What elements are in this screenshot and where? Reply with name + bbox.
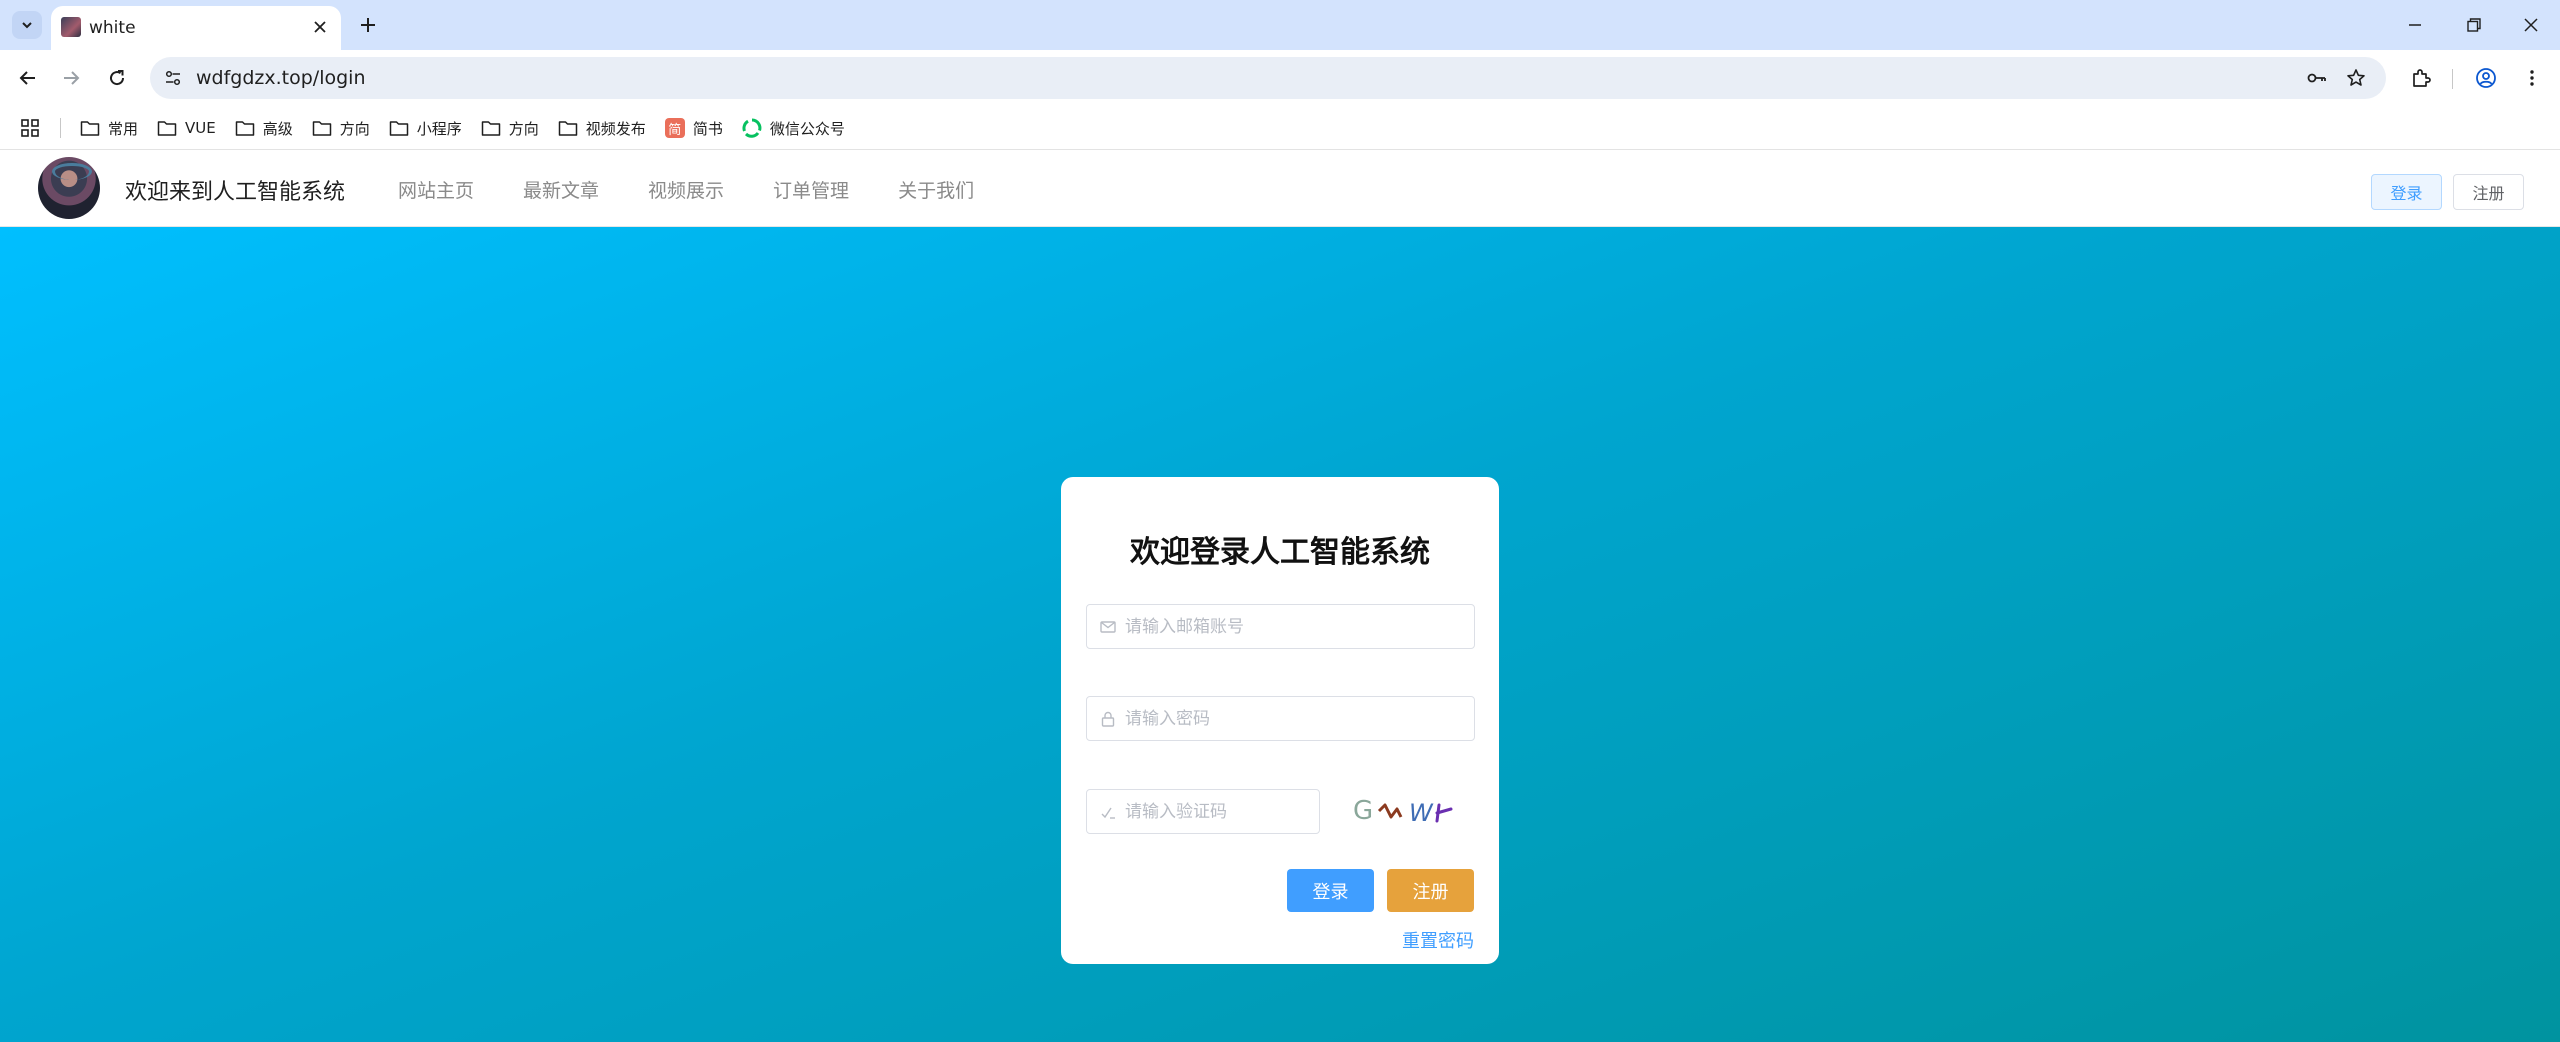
bookmark-folder-xiaochengxu[interactable]: 小程序 bbox=[389, 118, 462, 139]
more-vertical-icon bbox=[2530, 70, 2534, 86]
bookmark-label: 视频发布 bbox=[585, 119, 646, 138]
extensions-button[interactable] bbox=[2406, 63, 2436, 93]
apps-button[interactable] bbox=[18, 116, 42, 140]
tune-icon bbox=[165, 70, 181, 86]
folder-icon bbox=[235, 121, 254, 136]
folder-icon bbox=[389, 121, 409, 136]
bookmark-folder-fangxiang[interactable]: 方向 bbox=[312, 118, 370, 139]
site-info-button[interactable] bbox=[158, 63, 188, 93]
restore-button[interactable] bbox=[2459, 10, 2489, 40]
apps-grid-icon bbox=[21, 119, 39, 137]
bookmark-wechat-official[interactable]: 微信公众号 bbox=[742, 118, 845, 139]
bookmark-label: 微信公众号 bbox=[769, 119, 845, 138]
bookmark-label: 常用 bbox=[108, 119, 139, 138]
nav-videos[interactable]: 视频展示 bbox=[648, 176, 724, 203]
nav-orders[interactable]: 订单管理 bbox=[773, 176, 849, 203]
page-background: 欢迎登录人工智能系统 G W 登录 注册 重置密码 bbox=[0, 227, 2560, 1042]
star-icon bbox=[2347, 69, 2365, 86]
bookmark-label: 方向 bbox=[339, 119, 370, 138]
login-button[interactable]: 登录 bbox=[1287, 869, 1374, 912]
site-title: 欢迎来到人工智能系统 bbox=[125, 180, 346, 205]
bookmark-folder-changyong[interactable]: 常用 bbox=[80, 118, 138, 139]
email-field[interactable] bbox=[1086, 604, 1475, 649]
login-card: 欢迎登录人工智能系统 G W 登录 注册 重置密码 bbox=[1061, 477, 1499, 964]
minimize-icon bbox=[2409, 24, 2421, 26]
close-window-button[interactable] bbox=[2516, 10, 2546, 40]
register-button[interactable]: 注册 bbox=[1387, 869, 1474, 912]
account-circle-icon bbox=[2476, 68, 2496, 88]
browser-tab-bar: white bbox=[0, 0, 2560, 50]
folder-icon bbox=[80, 121, 100, 136]
plus-icon bbox=[361, 18, 375, 32]
captcha-image[interactable]: G W bbox=[1347, 787, 1463, 835]
close-icon bbox=[314, 21, 326, 33]
bookmark-label: 高级 bbox=[262, 119, 293, 138]
arrow-left-icon bbox=[19, 71, 35, 85]
restore-icon bbox=[2467, 18, 2481, 32]
email-input[interactable] bbox=[1125, 605, 1465, 648]
jianshu-logo-icon: 简 bbox=[664, 118, 685, 138]
close-icon bbox=[2524, 18, 2538, 32]
lock-icon bbox=[1099, 710, 1117, 728]
folder-icon bbox=[558, 121, 578, 136]
bookmarks-divider bbox=[60, 118, 61, 138]
bookmark-label: VUE bbox=[185, 119, 216, 137]
back-button[interactable] bbox=[13, 63, 43, 93]
key-icon bbox=[2307, 73, 2326, 83]
nav-about[interactable]: 关于我们 bbox=[898, 176, 974, 203]
password-input[interactable] bbox=[1125, 697, 1465, 740]
pen-check-icon bbox=[1099, 803, 1117, 821]
bookmark-folder-fangxiang-2[interactable]: 方向 bbox=[481, 118, 539, 139]
folder-icon bbox=[481, 121, 501, 136]
nav-home[interactable]: 网站主页 bbox=[398, 176, 474, 203]
tab-search-button[interactable] bbox=[12, 11, 42, 39]
chevron-down-icon bbox=[22, 22, 32, 29]
captcha-input[interactable] bbox=[1125, 790, 1310, 833]
svg-text:G: G bbox=[1353, 796, 1373, 826]
arrow-right-icon bbox=[64, 71, 80, 85]
wechat-official-icon bbox=[742, 118, 762, 138]
forward-button[interactable] bbox=[56, 63, 86, 93]
site-favicon-icon bbox=[61, 17, 81, 37]
bookmark-folder-gaoji[interactable]: 高级 bbox=[235, 118, 293, 139]
browser-toolbar: wdfgdzx.top/login bbox=[0, 50, 2560, 106]
bookmark-label: 简书 bbox=[692, 119, 723, 138]
avatar[interactable] bbox=[38, 157, 100, 219]
minimize-button[interactable] bbox=[2400, 10, 2430, 40]
reset-password-link[interactable]: 重置密码 bbox=[1402, 927, 1474, 953]
toolbar-divider bbox=[2452, 69, 2453, 89]
browser-menu-button[interactable] bbox=[2517, 63, 2547, 93]
nav-latest-articles[interactable]: 最新文章 bbox=[523, 176, 599, 203]
main-nav: 网站主页 最新文章 视频展示 订单管理 关于我们 bbox=[398, 176, 1023, 203]
site-header: 欢迎来到人工智能系统 网站主页 最新文章 视频展示 订单管理 关于我们 登录 注… bbox=[0, 151, 2560, 227]
bookmark-star-button[interactable] bbox=[2341, 63, 2371, 93]
mail-icon bbox=[1099, 618, 1117, 636]
header-register-button[interactable]: 注册 bbox=[2453, 174, 2524, 210]
new-tab-button[interactable] bbox=[354, 11, 382, 39]
puzzle-icon bbox=[2413, 69, 2431, 87]
password-field[interactable] bbox=[1086, 696, 1475, 741]
svg-text:W: W bbox=[1409, 799, 1434, 827]
bookmark-list: 常用 VUE 高级 方向 小程序 方向 视频发布 简 简书 微信公众号 bbox=[80, 106, 864, 150]
password-key-button[interactable] bbox=[2302, 63, 2332, 93]
reload-icon bbox=[110, 70, 125, 86]
reload-button[interactable] bbox=[102, 63, 132, 93]
browser-tab[interactable]: white bbox=[51, 6, 341, 50]
folder-icon bbox=[312, 121, 331, 136]
header-login-button[interactable]: 登录 bbox=[2371, 174, 2442, 210]
login-title: 欢迎登录人工智能系统 bbox=[1130, 535, 1430, 570]
tab-close-button[interactable] bbox=[309, 16, 331, 38]
tab-title: white bbox=[89, 18, 136, 38]
folder-icon bbox=[157, 121, 177, 136]
bookmark-folder-vue[interactable]: VUE bbox=[157, 119, 216, 137]
url-text: wdfgdzx.top/login bbox=[196, 67, 366, 89]
profile-button[interactable] bbox=[2471, 63, 2501, 93]
address-bar[interactable]: wdfgdzx.top/login bbox=[150, 57, 2386, 99]
bookmark-label: 小程序 bbox=[416, 119, 462, 138]
captcha-field[interactable] bbox=[1086, 789, 1320, 834]
bookmark-jianshu[interactable]: 简 简书 bbox=[664, 118, 723, 139]
bookmarks-bar: 常用 VUE 高级 方向 小程序 方向 视频发布 简 简书 微信公众号 bbox=[0, 106, 2560, 150]
bookmark-folder-shipinfabu[interactable]: 视频发布 bbox=[558, 118, 646, 139]
bookmark-label: 方向 bbox=[508, 119, 539, 138]
